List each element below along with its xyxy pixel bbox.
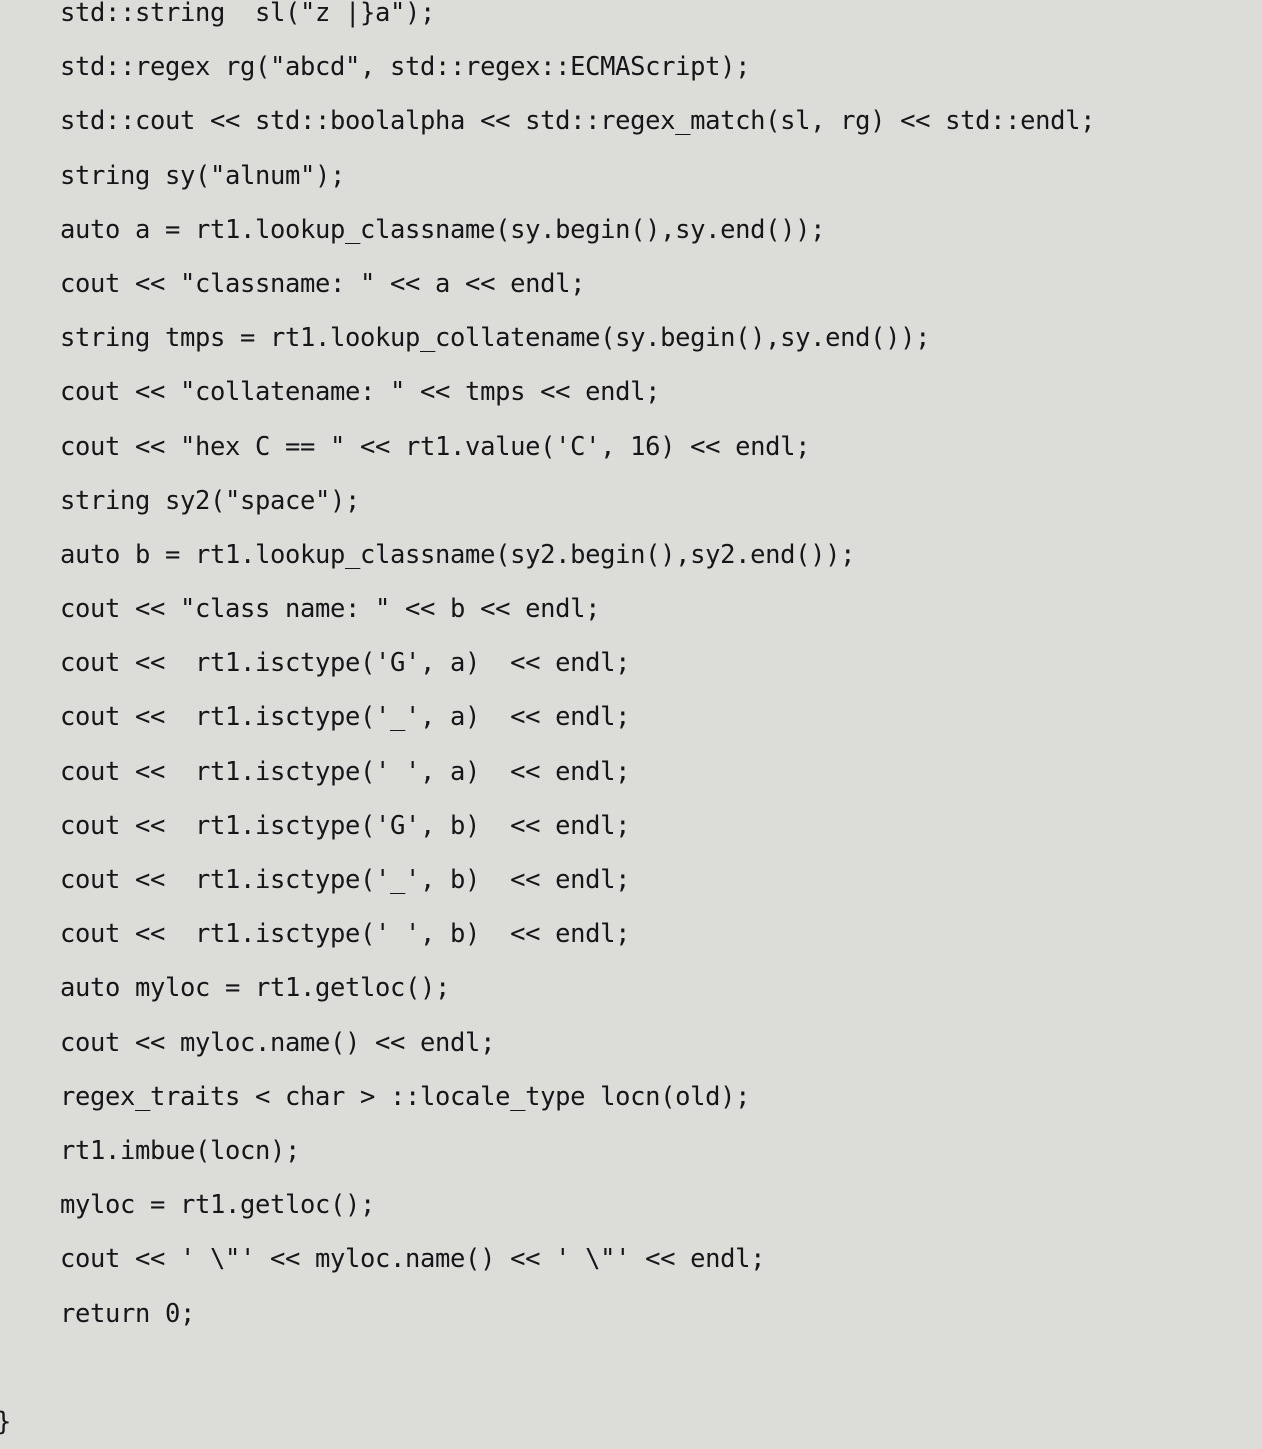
code-line: cout << myloc.name() << endl;: [60, 1027, 496, 1058]
code-line: cout << rt1.isctype('G', b) << endl;: [60, 810, 631, 841]
code-line: regex_traits < char > ::locale_type locn…: [60, 1081, 751, 1112]
code-line: cout << "classname: " << a << endl;: [60, 268, 586, 299]
code-line: auto myloc = rt1.getloc();: [60, 973, 451, 1004]
code-line: auto b = rt1.lookup_classname(sy2.begin(…: [60, 539, 856, 570]
code-line: auto a = rt1.lookup_classname(sy.begin()…: [60, 214, 826, 245]
code-line: cout << rt1.isctype(' ', b) << endl;: [60, 919, 631, 950]
code-line: string sy2("space");: [60, 485, 361, 516]
code-line: myloc = rt1.getloc();: [60, 1190, 376, 1221]
code-line: std::string sl("z |}a");: [60, 0, 436, 28]
code-line: cout << ' \"' << myloc.name() << ' \"' <…: [60, 1244, 766, 1275]
code-line: cout << rt1.isctype('G', a) << endl;: [60, 648, 631, 679]
code-line: cout << "collatename: " << tmps << endl;: [60, 377, 661, 408]
code-line: cout << rt1.isctype('_', b) << endl;: [60, 865, 631, 895]
code-line: return 0;: [60, 1298, 196, 1329]
code-line: std::regex rg("abcd", std::regex::ECMASc…: [60, 52, 751, 83]
code-line: string sy("alnum");: [60, 160, 346, 191]
code-line: cout << rt1.isctype(' ', a) << endl;: [60, 756, 631, 787]
code-line: string tmps = rt1.lookup_collatename(sy.…: [60, 323, 931, 354]
code-line: }: [0, 1395, 1262, 1449]
code-line: std::cout << std::boolalpha << std::rege…: [60, 106, 1096, 137]
code-line: cout << "hex C == " << rt1.value('C', 16…: [60, 431, 811, 462]
code-listing: std::string sl("z |}a");std::regex rg("a…: [0, 0, 1262, 1437]
code-line: rt1.imbue(locn);: [60, 1135, 301, 1166]
code-line: cout << "class name: " << b << endl;: [60, 594, 601, 625]
code-line: cout << rt1.isctype('_', a) << endl;: [60, 702, 631, 733]
